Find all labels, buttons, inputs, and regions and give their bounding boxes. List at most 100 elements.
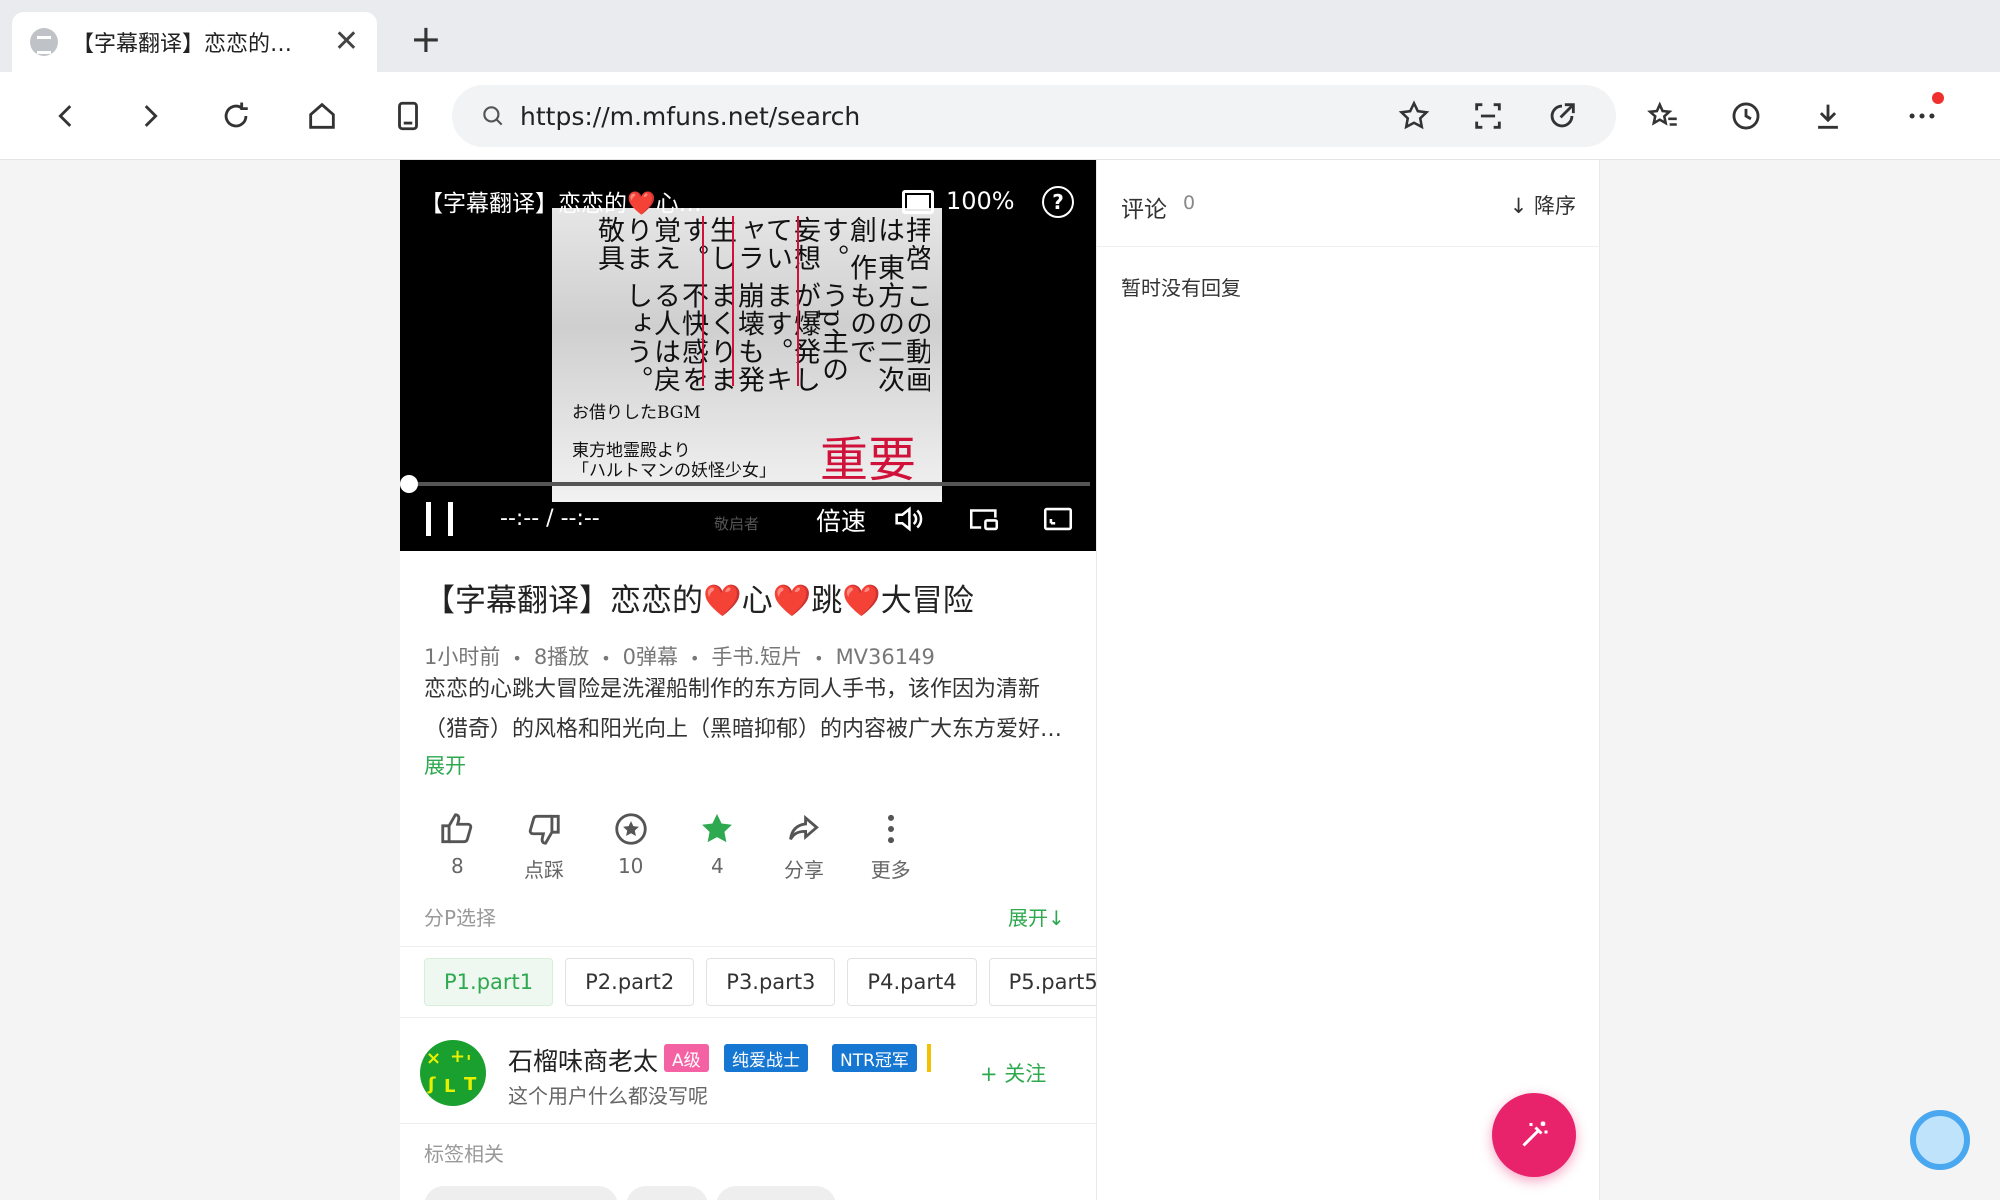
parts-header: 分P选择 xyxy=(424,906,497,930)
meta-category[interactable]: 手书.短片 xyxy=(711,645,802,669)
tab-title: 【字幕翻译】恋恋的… xyxy=(72,32,293,57)
frame-handwritten-note: 重要 xyxy=(820,432,917,488)
thumbs-down-icon xyxy=(528,814,560,845)
write-comment-button[interactable] xyxy=(1492,1093,1576,1177)
video-player[interactable]: 拝啓 この動画は 東方の二次創 作ものです。 うp主の妄想 が爆発してい ます。… xyxy=(400,160,1096,551)
tag-pill[interactable] xyxy=(626,1186,708,1200)
player-watermark: 敬启者 xyxy=(714,515,760,533)
battery-percent: 100% xyxy=(946,187,1015,215)
meta-danmaku: 0弹幕 xyxy=(622,645,678,669)
thumbs-up-icon xyxy=(441,813,473,844)
share-out-icon[interactable] xyxy=(1536,90,1588,142)
comments-title: 评论 xyxy=(1121,197,1167,223)
meta-id: MV36149 xyxy=(835,645,935,669)
red-annotation-line xyxy=(702,216,704,386)
share-arrow-icon xyxy=(789,814,819,841)
sort-order-button[interactable]: ↓ 降序 xyxy=(1510,190,1576,220)
fullscreen-icon[interactable] xyxy=(1040,502,1076,536)
action-bar: 8 点踩 10 4 分享 更多 xyxy=(414,810,934,890)
time-display: --:-- / --:-- xyxy=(500,506,600,531)
part-item-2[interactable]: P2.part2 xyxy=(565,958,695,1006)
bookmark-star-icon[interactable] xyxy=(1388,90,1440,142)
level-badge: A级 xyxy=(664,1044,709,1072)
dislike-label: 点踩 xyxy=(524,858,564,882)
coin-star-icon xyxy=(614,813,647,845)
edit-sparkle-icon xyxy=(1522,1121,1548,1147)
menu-more-icon[interactable] xyxy=(1896,90,1948,142)
address-bar[interactable]: https://m.mfuns.net/search xyxy=(452,85,1616,147)
like-button[interactable]: 8 xyxy=(414,810,501,890)
speed-button[interactable]: 倍速 xyxy=(816,502,866,538)
browser-toolbar: https://m.mfuns.net/search xyxy=(0,72,2000,160)
uploader-bio: 这个用户什么都没写呢 xyxy=(508,1084,708,1108)
reload-icon[interactable] xyxy=(210,90,262,142)
battery-icon xyxy=(902,190,934,214)
coin-count: 10 xyxy=(617,854,644,878)
favorites-list-icon[interactable] xyxy=(1638,90,1690,142)
video-column: 拝啓 この動画は 東方の二次創 作ものです。 うp主の妄想 が爆発してい ます。… xyxy=(400,160,1096,1200)
parts-expand-link[interactable]: 展开↓ xyxy=(1008,902,1065,931)
favorite-star-icon xyxy=(702,813,733,843)
new-tab-plus-icon[interactable]: + xyxy=(410,20,442,58)
video-meta: 1小时前 • 8播放 • 0弹幕 • 手书.短片 • MV36149 xyxy=(424,645,935,669)
progress-knob[interactable] xyxy=(400,475,418,493)
tab-strip: 【字幕翻译】恋恋的… ✕ + xyxy=(0,0,2000,72)
red-annotation-line xyxy=(797,216,799,386)
description-expand-link[interactable]: 展开 xyxy=(424,750,466,780)
avatar[interactable]: × + ' ʃ L T xyxy=(420,1040,486,1106)
volume-icon[interactable] xyxy=(890,502,926,536)
reader-mode-icon[interactable] xyxy=(382,90,434,142)
home-icon[interactable] xyxy=(296,90,348,142)
follow-button[interactable]: + 关注 xyxy=(980,1058,1046,1088)
meta-plays: 8播放 xyxy=(533,645,590,669)
share-button[interactable]: 分享 xyxy=(761,810,848,890)
video-description: 恋恋的心跳大冒险是洗濯船制作的东方同人手书，该作因为清新（猎奇）的风格和阳光向上… xyxy=(424,670,1074,750)
pause-icon[interactable] xyxy=(424,502,456,536)
share-label: 分享 xyxy=(784,858,825,882)
part-item-1[interactable]: P1.part1 xyxy=(424,958,554,1006)
comments-panel: 评论 0 ↓ 降序 暂时没有回复 xyxy=(1096,160,1600,1200)
frame-source-line2: 「ハルトマンの妖怪少女」 xyxy=(572,461,776,481)
download-icon[interactable] xyxy=(1802,90,1854,142)
uploader-name[interactable]: 石榴味商老太 xyxy=(508,1042,658,1078)
tag-pill[interactable] xyxy=(424,1186,618,1200)
video-frame: 拝啓 この動画は 東方の二次創 作ものです。 うp主の妄想 が爆発してい ます。… xyxy=(552,208,942,502)
uploader-card: × + ' ʃ L T 石榴味商老太 A级 纯爱战士 NTR冠军 这个用户什么都… xyxy=(400,1020,1096,1124)
tag-pill[interactable] xyxy=(716,1186,836,1200)
comments-count: 0 xyxy=(1183,192,1196,214)
forward-arrow-icon[interactable] xyxy=(124,90,176,142)
coin-button[interactable]: 10 xyxy=(587,810,674,890)
meta-time: 1小时前 xyxy=(424,645,501,669)
picture-in-picture-icon[interactable] xyxy=(966,502,1002,536)
frame-vertical-text: 拝啓 この動画は 東方の二次創 作ものです。 うp主の妄想 が爆発してい ます。… xyxy=(593,216,930,394)
part-item-4[interactable]: P4.part4 xyxy=(847,958,977,1006)
help-icon[interactable]: ? xyxy=(1042,186,1074,218)
back-arrow-icon[interactable] xyxy=(40,90,92,142)
tags-header: 标签相关 xyxy=(424,1142,504,1166)
dislike-button[interactable]: 点踩 xyxy=(501,810,588,890)
progress-bar[interactable] xyxy=(406,482,1090,486)
url-text[interactable]: https://m.mfuns.net/search xyxy=(520,102,1366,131)
notification-dot xyxy=(1932,92,1944,104)
description-text: 恋恋的心跳大冒险是洗濯船制作的东方同人手书，该作因为清新（猎奇）的风格和阳光向上… xyxy=(424,677,1063,742)
browser-tab-active[interactable]: 【字幕翻译】恋恋的… ✕ xyxy=(12,12,377,72)
red-annotation-line xyxy=(732,216,734,386)
search-icon xyxy=(483,106,503,126)
more-button[interactable]: 更多 xyxy=(847,810,934,890)
part-item-5[interactable]: P5.part5 xyxy=(988,958,1096,1006)
more-vertical-icon xyxy=(887,814,894,844)
badge-overflow-marker xyxy=(927,1044,931,1072)
video-title: 【字幕翻译】恋恋的❤️心❤️跳❤️大冒险 xyxy=(424,583,974,619)
title-badge-2: NTR冠军 xyxy=(832,1044,917,1072)
player-title: 【字幕翻译】恋恋的❤️心… xyxy=(420,191,702,217)
assistant-floating-ring[interactable] xyxy=(1910,1110,1970,1170)
comments-empty-text: 暂时没有回复 xyxy=(1121,276,1241,300)
part-item-3[interactable]: P3.part3 xyxy=(706,958,836,1006)
history-clock-icon[interactable] xyxy=(1720,90,1772,142)
tab-close-icon[interactable]: ✕ xyxy=(334,27,359,57)
favorite-count: 4 xyxy=(710,854,724,878)
page-content: 拝啓 この動画は 東方の二次創 作ものです。 うp主の妄想 が爆発してい ます。… xyxy=(0,160,2000,1200)
favorite-button[interactable]: 4 xyxy=(674,810,761,890)
scan-icon[interactable] xyxy=(1462,90,1514,142)
title-badge-1: 纯爱战士 xyxy=(724,1044,808,1072)
